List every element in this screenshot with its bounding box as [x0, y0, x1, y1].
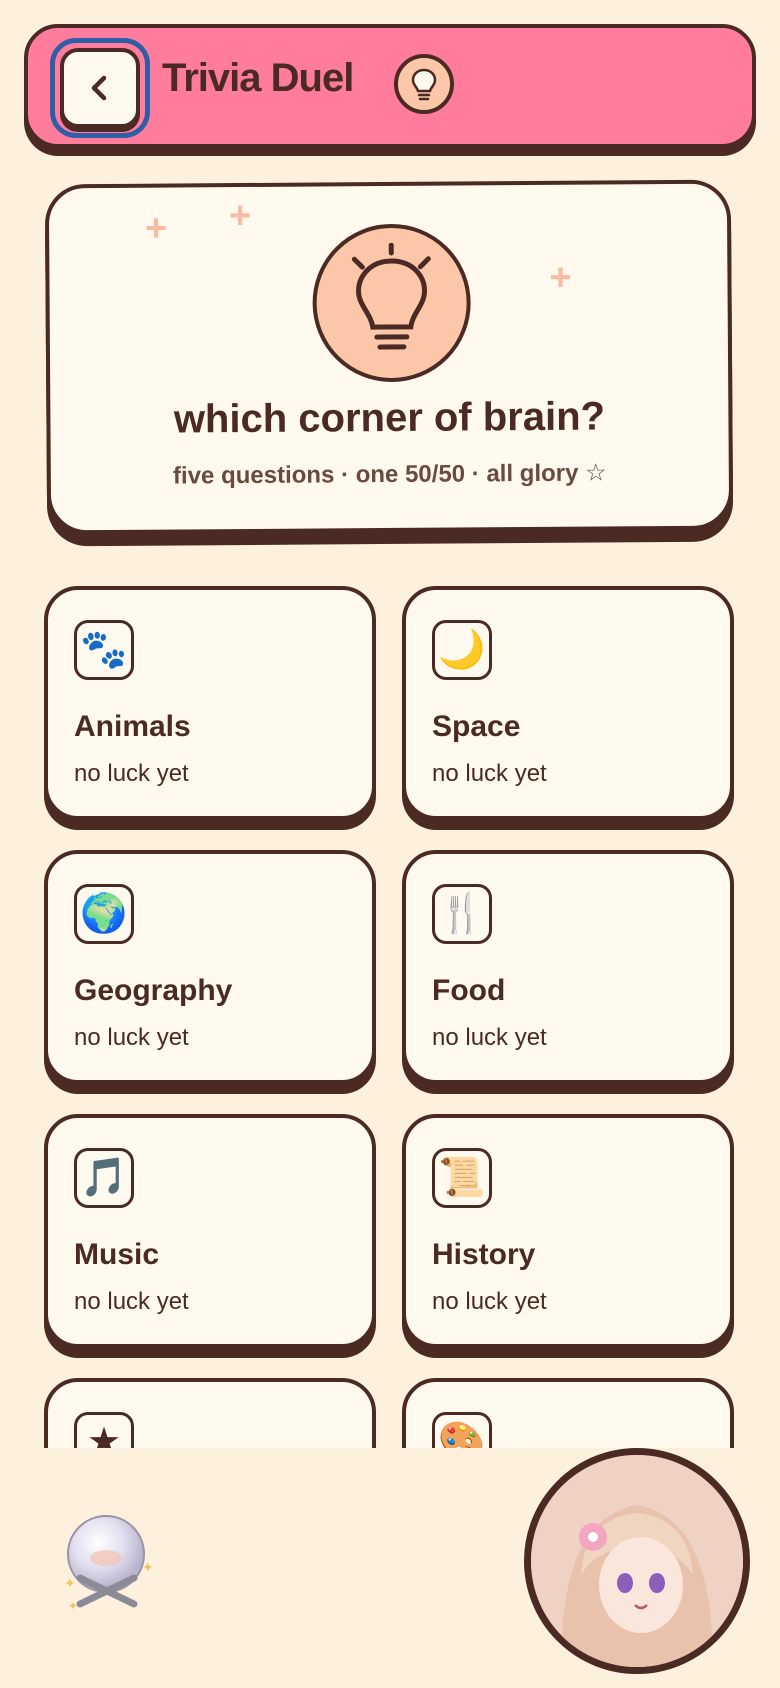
hero-subtitle: five questions · one 50/50 · all glory ☆ — [172, 459, 607, 490]
category-card-geography[interactable]: 🌍 Geography no luck yet — [44, 850, 376, 1084]
category-grid: 🐾 Animals no luck yet 🌙 Space no luck ye… — [0, 580, 780, 1448]
app-title: Trivia Duel — [162, 56, 354, 100]
crystal-ball-icon[interactable]: ✦ ✦ ✦ — [60, 1508, 160, 1618]
moon-icon: 🌙 — [432, 620, 492, 680]
category-card-animals[interactable]: 🐾 Animals no luck yet — [44, 586, 376, 820]
category-name: Space — [432, 710, 521, 743]
lightbulb-icon — [394, 54, 454, 114]
category-status: no luck yet — [74, 1288, 189, 1315]
paw-icon: 🐾 — [74, 620, 134, 680]
category-status: no luck yet — [432, 1024, 547, 1051]
sparkle-icon: + — [144, 207, 168, 250]
sparkle-icon: + — [549, 256, 572, 299]
category-name: History — [432, 1238, 536, 1271]
category-card-music[interactable]: 🎵 Music no luck yet — [44, 1114, 376, 1348]
back-button[interactable] — [50, 38, 150, 138]
chevron-left-icon — [91, 75, 107, 101]
palette-icon: 🎨 — [432, 1412, 492, 1448]
category-status: no luck yet — [74, 1024, 189, 1051]
fork-knife-icon: 🍴 — [432, 884, 492, 944]
category-status: no luck yet — [432, 1288, 547, 1315]
category-card-history[interactable]: 📜 History no luck yet — [402, 1114, 734, 1348]
category-name: Geography — [74, 974, 233, 1007]
svg-text:✦: ✦ — [68, 1599, 78, 1613]
category-card-partial[interactable]: 🎨 — [402, 1378, 734, 1448]
music-note-icon: 🎵 — [74, 1148, 134, 1208]
category-card-food[interactable]: 🍴 Food no luck yet — [402, 850, 734, 1084]
category-card-partial[interactable]: ★ — [44, 1378, 376, 1448]
hero-heading: which corner of brain? — [173, 394, 606, 442]
category-status: no luck yet — [432, 760, 547, 787]
lightbulb-icon — [312, 223, 472, 383]
category-card-space[interactable]: 🌙 Space no luck yet — [402, 586, 734, 820]
back-button-face[interactable] — [60, 48, 140, 128]
category-name: Animals — [74, 710, 191, 743]
top-bar: Trivia Duel — [24, 24, 756, 148]
category-status: no luck yet — [74, 760, 189, 787]
avatar[interactable] — [524, 1448, 750, 1674]
svg-text:✦: ✦ — [142, 1560, 154, 1576]
category-name: Food — [432, 974, 506, 1007]
globe-icon: 🌍 — [74, 884, 134, 944]
scroll-icon: 📜 — [432, 1148, 492, 1208]
category-name: Music — [74, 1238, 160, 1271]
hero-card: + + + which corner of brain? five questi… — [44, 179, 734, 535]
svg-text:✦: ✦ — [64, 1576, 76, 1592]
sparkle-icon: + — [228, 194, 252, 238]
star-icon: ★ — [74, 1412, 134, 1448]
